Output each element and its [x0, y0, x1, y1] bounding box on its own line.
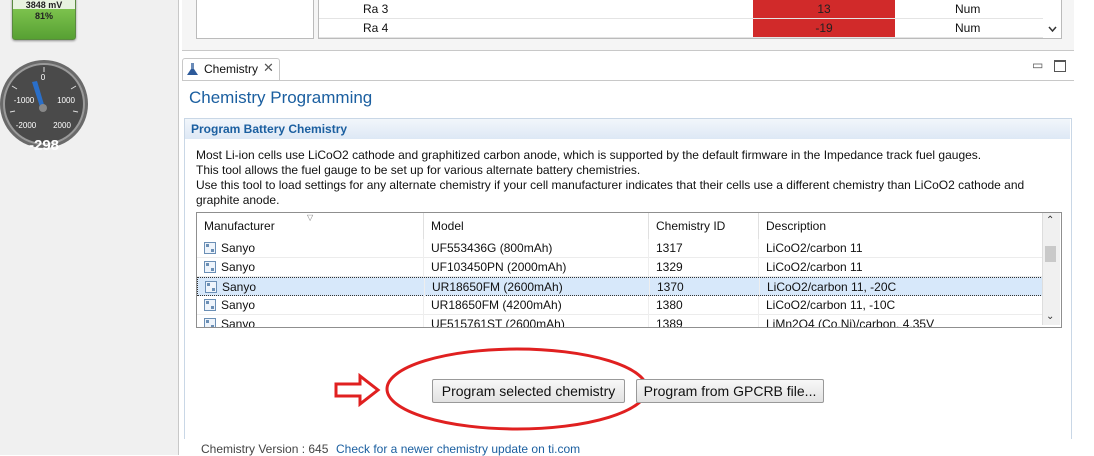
gauge-tick-2000: 2000: [53, 121, 71, 130]
chemistry-update-link[interactable]: Check for a newer chemistry update on ti…: [336, 442, 580, 456]
cell-model: UF103450PN (2000mAh): [424, 258, 649, 277]
table-row-selected[interactable]: Sanyo UR18650FM (2600mAh) 1370 LiCoO2/ca…: [197, 277, 1043, 297]
ra-table: Ra 3 13 Num Ra 4 -19 Num: [318, 0, 1062, 39]
cell-model: UF553436G (800mAh): [424, 239, 649, 258]
ra-unit: Num: [955, 2, 981, 16]
description-line: Most Li-ion cells use LiCoO2 cathode and…: [196, 148, 982, 162]
ra-unit: Num: [955, 21, 981, 35]
ra-value: 13: [753, 0, 895, 18]
flask-icon: [187, 63, 198, 75]
cell-chemistry-id: 1329: [649, 258, 759, 277]
cell-manufacturer: Sanyo: [214, 239, 424, 258]
chevron-down-icon[interactable]: [1044, 0, 1061, 38]
table-row[interactable]: Sanyo UR18650FM (4200mAh) 1380 LiCoO2/ca…: [197, 296, 1043, 315]
sort-arrow-icon: ▽: [307, 213, 314, 222]
cell-description: LiCoO2/carbon 11: [766, 260, 863, 274]
cell-manufacturer: Sanyo: [215, 278, 425, 297]
description-line: Use this tool to load settings for any a…: [196, 178, 1025, 192]
ra-name: Ra 4: [363, 21, 389, 35]
battery-voltage: 3848 mV: [25, 0, 63, 10]
cell-model: UR18650FM (4200mAh): [424, 296, 649, 315]
cell-chemistry-id: 1389: [649, 315, 759, 327]
tab-divider: [182, 80, 1074, 81]
close-icon[interactable]: ✕: [263, 60, 274, 76]
battery-indicator: 3848 mV 81%: [12, 0, 76, 40]
table-row[interactable]: Sanyo UF553436G (800mAh) 1317 LiCoO2/car…: [197, 239, 1043, 258]
gauge-tick-0: 0: [41, 73, 46, 82]
cell-manufacturer: Sanyo: [214, 258, 424, 277]
gauge-tick-minus-2000: -2000: [16, 121, 37, 130]
ra-name: Ra 3: [363, 2, 389, 16]
cell-description: LiCoO2/carbon 11, -10C: [766, 298, 896, 312]
cell-chemistry-id: 1380: [649, 296, 759, 315]
tab-label: Chemistry: [204, 62, 259, 76]
minimize-icon[interactable]: ▭: [1032, 58, 1043, 72]
page-title: Chemistry Programming: [189, 88, 373, 107]
top-left-box: [196, 0, 314, 39]
cell-description: LiCoO2/carbon 11, -20C: [767, 280, 897, 294]
scroll-up-icon[interactable]: ⌃: [1046, 215, 1054, 226]
program-selected-chemistry-button[interactable]: Program selected chemistry: [432, 379, 625, 403]
cell-chemistry-id: 1370: [650, 278, 760, 297]
cell-model: UF515761ST (2600mAh): [424, 315, 649, 327]
description-line: This tool allows the fuel gauge to be se…: [196, 163, 641, 177]
gauge-tick-1000: 1000: [57, 96, 75, 105]
cell-manufacturer: Sanyo: [214, 315, 424, 327]
gauge-tick-minus-1000: -1000: [14, 96, 35, 105]
cell-chemistry-id: 1317: [649, 239, 759, 258]
maximize-icon[interactable]: [1054, 60, 1066, 72]
section-title: Program Battery Chemistry: [191, 122, 348, 136]
battery-percent: 81%: [34, 11, 53, 21]
chemistry-table: Manufacturer ▽ Model Chemistry ID Descri…: [196, 212, 1062, 328]
column-header-model[interactable]: Model: [424, 213, 649, 239]
scroll-down-icon[interactable]: ⌄: [1046, 311, 1054, 322]
cell-model: UR18650FM (2600mAh): [425, 278, 650, 297]
annotation-arrow-icon: [334, 372, 381, 408]
cell-description: LiMn2O4 (Co,Ni)/carbon, 4.35V: [766, 317, 935, 328]
current-gauge: 0 -1000 1000 -2000 2000 -298: [0, 60, 88, 154]
cell-manufacturer: Sanyo: [214, 296, 424, 315]
chemistry-version-label: Chemistry Version : 645: [201, 442, 329, 456]
table-row[interactable]: Sanyo UF515761ST (2600mAh) 1389 LiMn2O4 …: [197, 315, 1043, 328]
gauge-value: -298: [29, 137, 59, 154]
scrollbar-thumb[interactable]: [1045, 246, 1056, 262]
ra-value: -19: [753, 19, 895, 37]
program-from-gpcrb-button[interactable]: Program from GPCRB file...: [636, 379, 824, 403]
cell-description: LiCoO2/carbon 11: [766, 241, 863, 255]
table-row[interactable]: Ra 3 13 Num: [319, 0, 1043, 19]
description-line: graphite anode.: [196, 193, 280, 207]
table-row[interactable]: Sanyo UF103450PN (2000mAh) 1329 LiCoO2/c…: [197, 258, 1043, 277]
column-header-chemistry-id[interactable]: Chemistry ID: [649, 213, 759, 239]
table-row[interactable]: Ra 4 -19 Num: [319, 19, 1043, 38]
column-header-description[interactable]: Description: [759, 213, 1043, 239]
table-scrollbar[interactable]: [1042, 213, 1060, 325]
